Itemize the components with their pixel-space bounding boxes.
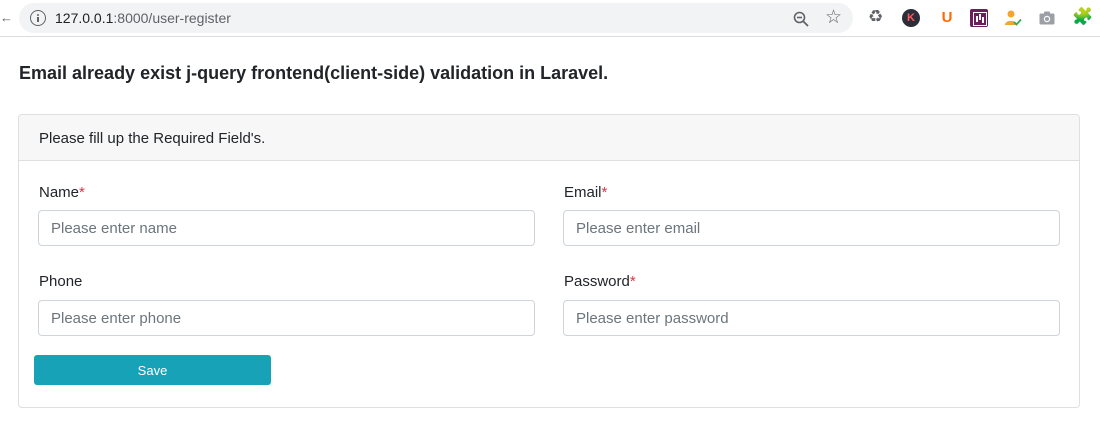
save-button[interactable]: Save xyxy=(34,355,271,385)
register-card: Please fill up the Required Field's. Nam… xyxy=(18,114,1080,408)
email-input[interactable] xyxy=(563,210,1060,246)
phone-label-text: Phone xyxy=(39,273,83,290)
back-arrow-icon[interactable]: ← xyxy=(0,10,13,25)
camera-icon[interactable] xyxy=(1038,9,1056,27)
page-title: Email already exist j-query frontend(cli… xyxy=(19,63,608,84)
user-check-icon[interactable] xyxy=(1004,9,1022,27)
name-input[interactable] xyxy=(38,210,535,246)
browser-toolbar: ← 127.0.0.1:8000/user-register ☆ ♻ K U 🧩 xyxy=(0,0,1100,37)
email-label-text: Email xyxy=(564,184,602,201)
password-input[interactable] xyxy=(563,300,1060,336)
recycle-icon[interactable]: ♻ xyxy=(868,7,886,26)
address-bar[interactable]: 127.0.0.1:8000/user-register ☆ xyxy=(19,3,853,33)
password-required-mark: * xyxy=(629,273,636,290)
zoom-icon[interactable] xyxy=(793,11,809,27)
password-label-text: Password xyxy=(564,273,630,290)
password-label: Password* xyxy=(564,273,636,290)
k-extension-icon[interactable]: K xyxy=(902,9,920,27)
phone-input[interactable] xyxy=(38,300,535,336)
phone-label: Phone xyxy=(39,273,82,290)
url-host: 127.0.0.1 xyxy=(55,10,114,26)
email-required-mark: * xyxy=(601,184,608,201)
page-title-plain: Email already exist xyxy=(19,63,187,83)
card-header-text: Please fill up the Required Field's. xyxy=(39,130,266,147)
name-label-text: Name xyxy=(39,184,80,201)
url-path: :8000/user-register xyxy=(113,10,231,26)
email-label: Email* xyxy=(564,184,607,201)
u-extension-icon[interactable]: U xyxy=(938,9,956,27)
puzzle-icon[interactable]: 🧩 xyxy=(1072,7,1093,26)
name-label: Name* xyxy=(39,184,85,201)
name-required-mark: * xyxy=(79,184,85,201)
page-title-bold: j-query frontend(client-side) validation… xyxy=(186,63,609,83)
chart-extension-icon[interactable] xyxy=(970,9,988,27)
card-header: Please fill up the Required Field's. xyxy=(19,115,1079,161)
info-icon[interactable] xyxy=(30,10,46,26)
url-text[interactable]: 127.0.0.1:8000/user-register xyxy=(55,10,231,26)
star-icon[interactable]: ☆ xyxy=(825,8,842,28)
